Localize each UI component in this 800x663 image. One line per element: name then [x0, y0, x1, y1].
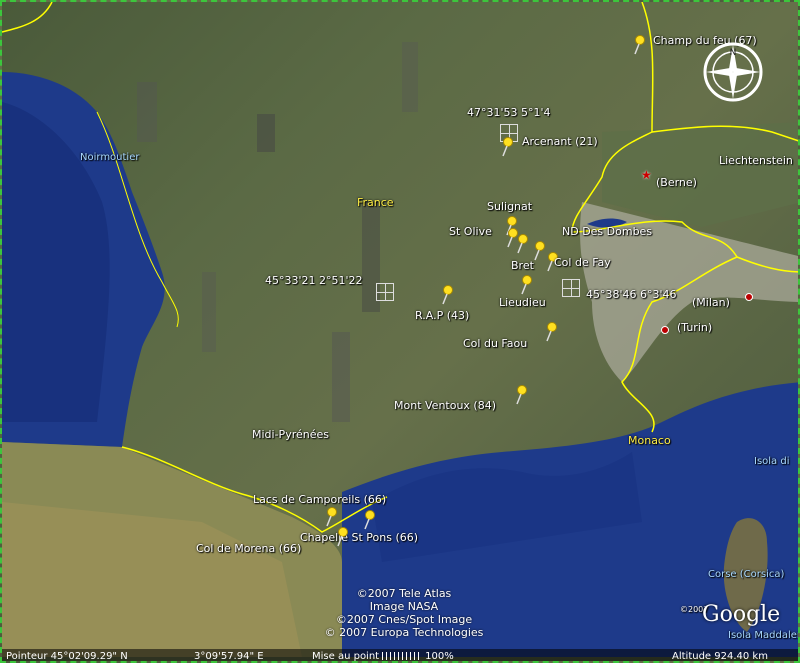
coord-label: 45°33'21 2°51'22 — [265, 274, 363, 287]
pushpin-icon[interactable] — [632, 35, 648, 55]
pointer-lat: Pointeur 45°02'09.29" N — [6, 651, 128, 662]
place-berne: (Berne) — [656, 176, 697, 189]
placemark-label[interactable]: St Olive — [449, 226, 492, 238]
pushpin-icon[interactable] — [500, 137, 516, 157]
placemark-label[interactable]: Chapelle St Pons (66) — [300, 532, 418, 544]
pointer-lon: 3°09'57.94" E — [194, 651, 264, 662]
placemark-label[interactable]: Sulignat — [487, 201, 532, 213]
placemark-label[interactable]: Bret — [511, 260, 534, 272]
credit-line: Image NASA — [369, 600, 439, 613]
altitude: Altitude 924.40 km — [672, 651, 768, 662]
pushpin-icon[interactable] — [519, 275, 535, 295]
map-view[interactable]: Noirmoutier France Liechtenstein ★ (Bern… — [0, 0, 800, 663]
placemark-label[interactable]: Col du Faou — [463, 338, 527, 350]
credit-line: © 2007 Europa Technologies — [324, 626, 484, 639]
place-isola-di: Isola di — [754, 456, 790, 467]
city-dot-icon — [745, 293, 753, 301]
place-turin: (Turin) — [677, 321, 713, 334]
pushpin-icon[interactable] — [544, 322, 560, 342]
placemark-label[interactable]: ND Des Dombes — [562, 226, 652, 238]
pushpin-icon[interactable] — [514, 385, 530, 405]
pushpin-icon[interactable] — [362, 510, 378, 530]
placemark-label[interactable]: Col de Fay — [554, 257, 611, 269]
placemark-label[interactable]: Lacs de Camporeils (66) — [253, 494, 386, 506]
place-corse: Corse (Corsica) — [708, 569, 785, 580]
coord-marker[interactable] — [376, 283, 394, 301]
svg-text:N: N — [730, 48, 737, 58]
credit-line: ©2007 Cnes/Spot Image — [335, 613, 473, 626]
imagery-credits: ©2007 Tele Atlas Image NASA ©2007 Cnes/S… — [314, 587, 494, 639]
coord-marker[interactable] — [562, 279, 580, 297]
streaming-pct: 100% — [425, 651, 454, 662]
pushpin-icon[interactable] — [515, 234, 531, 254]
google-logo: Google — [702, 602, 781, 627]
pushpin-icon[interactable] — [324, 507, 340, 527]
status-bar: Pointeur 45°02'09.29" N 3°09'57.94" E Mi… — [2, 649, 798, 662]
place-monaco: Monaco — [628, 434, 671, 447]
city-dot-icon — [661, 326, 669, 334]
place-france: France — [357, 196, 394, 209]
credit-line: ©2007 Tele Atlas — [356, 587, 452, 600]
coord-label: 45°38'46 6°3'46 — [586, 288, 677, 301]
place-midi-pyrenees: Midi-Pyrénées — [252, 428, 329, 441]
pushpin-icon[interactable] — [440, 285, 456, 305]
place-liechtenstein: Liechtenstein — [719, 154, 793, 167]
place-isola-maddalena: Isola Maddalen — [728, 630, 800, 641]
place-noirmoutier: Noirmoutier — [80, 152, 140, 163]
streaming-label: Mise au point — [312, 651, 380, 662]
placemark-label[interactable]: Col de Morena (66) — [196, 543, 301, 555]
pushpin-icon[interactable] — [335, 527, 351, 547]
coord-label: 47°31'53 5°1'4 — [467, 106, 551, 119]
placemark-label[interactable]: Lieudieu — [499, 297, 546, 309]
placemark-label[interactable]: R.A.P (43) — [415, 310, 469, 322]
placemark-label[interactable]: Mont Ventoux (84) — [394, 400, 496, 412]
compass-icon[interactable]: N — [700, 39, 766, 105]
streaming-bar — [382, 652, 423, 660]
place-milan: (Milan) — [692, 296, 730, 309]
placemark-label[interactable]: Arcenant (21) — [522, 136, 598, 148]
streaming-indicator: Mise au point 100% — [312, 649, 454, 662]
capital-star-icon: ★ — [641, 168, 652, 182]
